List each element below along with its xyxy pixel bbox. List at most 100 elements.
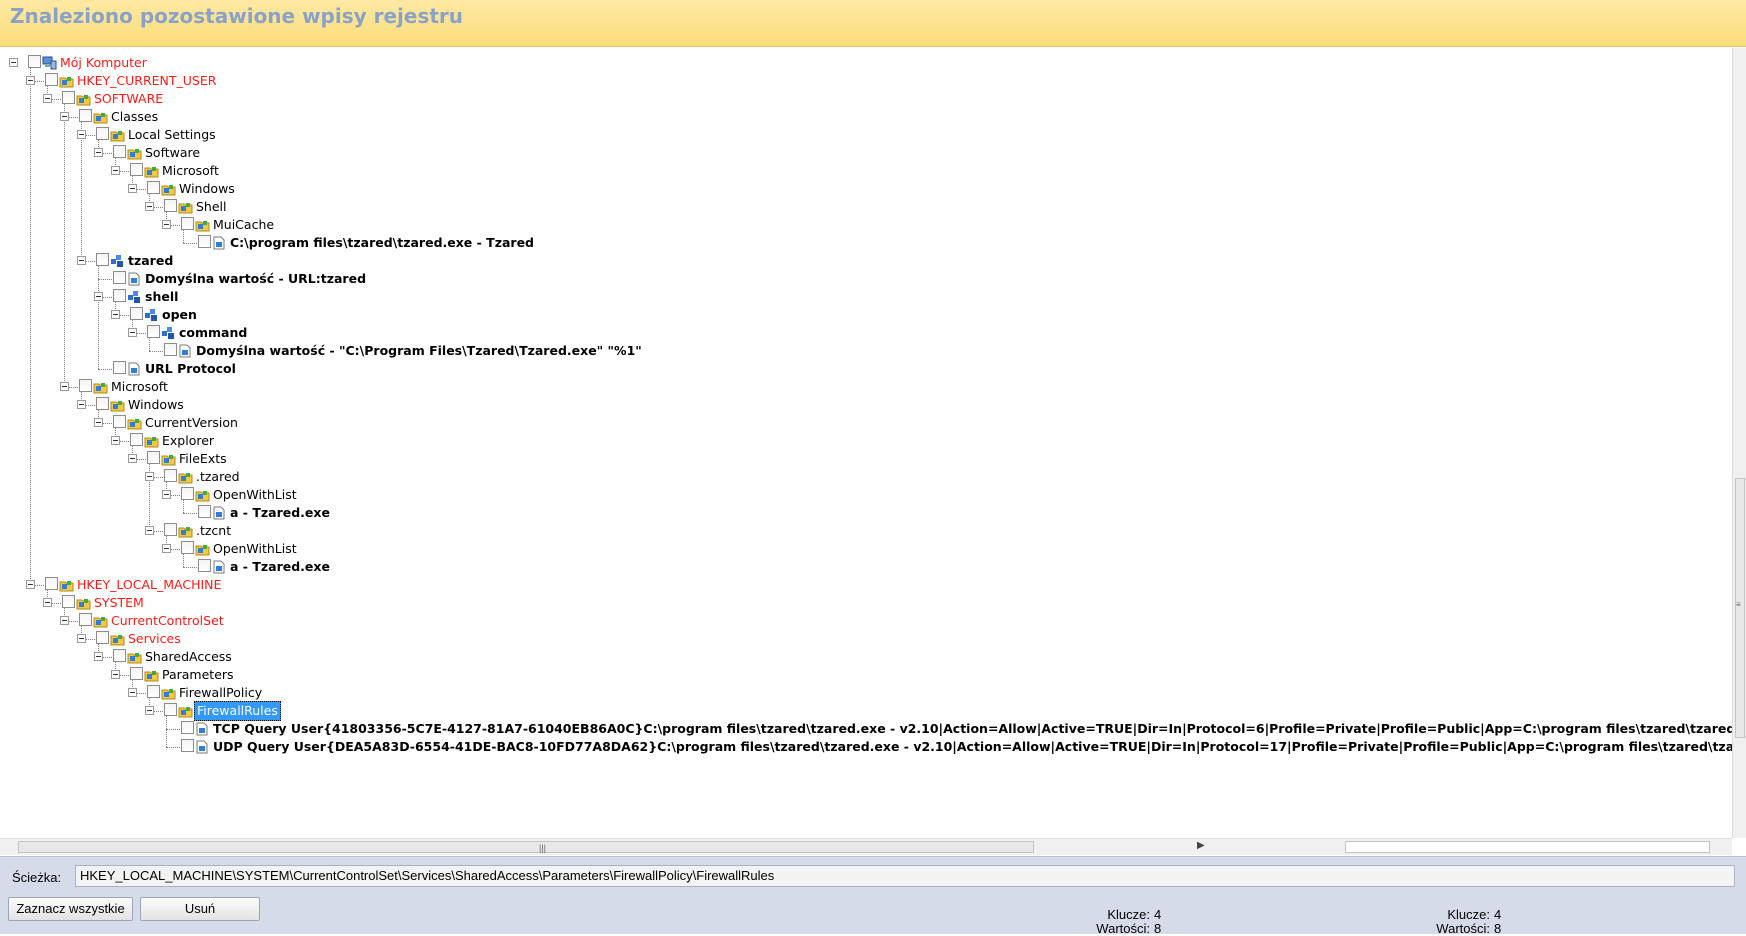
tree-node[interactable]: Shell bbox=[0, 197, 1730, 217]
tree-node[interactable]: Domyślna wartość - "C:\Program Files\Tza… bbox=[0, 341, 1730, 361]
tree-node-label[interactable]: FirewallPolicy bbox=[177, 683, 264, 703]
node-checkbox[interactable] bbox=[45, 577, 58, 590]
collapse-toggle-icon[interactable] bbox=[145, 526, 154, 535]
node-checkbox[interactable] bbox=[62, 91, 75, 104]
tree-node-label[interactable]: open bbox=[160, 305, 199, 325]
node-checkbox[interactable] bbox=[113, 649, 126, 662]
node-checkbox[interactable] bbox=[164, 703, 177, 716]
tree-node-label[interactable]: Services bbox=[126, 629, 183, 649]
tree-node-label[interactable]: tzared bbox=[126, 251, 175, 271]
node-checkbox[interactable] bbox=[96, 397, 109, 410]
tree-node[interactable]: CurrentVersion bbox=[0, 413, 1730, 433]
collapse-toggle-icon[interactable] bbox=[145, 202, 154, 211]
tree-node[interactable]: Parameters bbox=[0, 665, 1730, 685]
collapse-toggle-icon[interactable] bbox=[111, 436, 120, 445]
node-checkbox[interactable] bbox=[147, 181, 160, 194]
collapse-toggle-icon[interactable] bbox=[128, 328, 137, 337]
scroll-right-arrow-icon[interactable]: ▶ bbox=[1197, 840, 1205, 851]
node-checkbox[interactable] bbox=[198, 235, 211, 248]
tree-node[interactable]: a - Tzared.exe bbox=[0, 557, 1730, 577]
collapse-toggle-icon[interactable] bbox=[77, 634, 86, 643]
tree-node[interactable]: MuiCache bbox=[0, 215, 1730, 235]
tree-node-label[interactable]: Local Settings bbox=[126, 125, 218, 145]
tree-node[interactable]: FileExts bbox=[0, 449, 1730, 469]
node-checkbox[interactable] bbox=[147, 451, 160, 464]
tree-node[interactable]: Microsoft bbox=[0, 161, 1730, 181]
collapse-toggle-icon[interactable] bbox=[162, 544, 171, 553]
node-checkbox[interactable] bbox=[130, 307, 143, 320]
tree-node[interactable]: Classes bbox=[0, 107, 1730, 127]
tree-node[interactable]: HKEY_CURRENT_USER bbox=[0, 71, 1730, 91]
node-checkbox[interactable] bbox=[45, 73, 58, 86]
collapse-toggle-icon[interactable] bbox=[26, 580, 35, 589]
tree-node-label[interactable]: SharedAccess bbox=[143, 647, 234, 667]
node-checkbox[interactable] bbox=[113, 145, 126, 158]
tree-node[interactable]: tzared bbox=[0, 251, 1730, 271]
node-checkbox[interactable] bbox=[79, 613, 92, 626]
collapse-toggle-icon[interactable] bbox=[94, 292, 103, 301]
tree-node[interactable]: Microsoft bbox=[0, 377, 1730, 397]
tree-node[interactable]: shell bbox=[0, 287, 1730, 307]
tree-node-label[interactable]: Explorer bbox=[160, 431, 216, 451]
tree-node[interactable]: C:\program files\tzared\tzared.exe - Tza… bbox=[0, 233, 1730, 253]
node-checkbox[interactable] bbox=[164, 199, 177, 212]
node-checkbox[interactable] bbox=[96, 127, 109, 140]
collapse-toggle-icon[interactable] bbox=[9, 58, 18, 67]
tree-node-label[interactable]: FileExts bbox=[177, 449, 229, 469]
collapse-toggle-icon[interactable] bbox=[111, 166, 120, 175]
horizontal-scroll-thumb[interactable]: ||| bbox=[18, 841, 1034, 853]
tree-node[interactable]: open bbox=[0, 305, 1730, 325]
collapse-toggle-icon[interactable] bbox=[145, 472, 154, 481]
tree-node[interactable]: UDP Query User{DEA5A83D-6554-41DE-BAC8-1… bbox=[0, 737, 1732, 757]
tree-node-label[interactable]: Shell bbox=[194, 197, 229, 217]
collapse-toggle-icon[interactable] bbox=[77, 400, 86, 409]
tree-node-label[interactable]: shell bbox=[143, 287, 180, 307]
tree-node[interactable]: Windows bbox=[0, 179, 1730, 199]
node-checkbox[interactable] bbox=[147, 325, 160, 338]
collapse-toggle-icon[interactable] bbox=[60, 112, 69, 121]
node-checkbox[interactable] bbox=[130, 667, 143, 680]
tree-node[interactable]: SYSTEM bbox=[0, 593, 1730, 613]
collapse-toggle-icon[interactable] bbox=[162, 220, 171, 229]
tree-node-label[interactable]: Classes bbox=[109, 107, 160, 127]
tree-node-label[interactable]: Microsoft bbox=[109, 377, 170, 397]
node-checkbox[interactable] bbox=[164, 343, 177, 356]
node-checkbox[interactable] bbox=[79, 379, 92, 392]
tree-node-label[interactable]: Domyślna wartość - URL:tzared bbox=[143, 269, 368, 289]
horizontal-scroll-thumb-secondary[interactable] bbox=[1345, 841, 1710, 853]
tree-node[interactable]: .tzared bbox=[0, 467, 1730, 487]
collapse-toggle-icon[interactable] bbox=[128, 688, 137, 697]
tree-node-label[interactable]: SYSTEM bbox=[92, 593, 146, 613]
tree-node[interactable]: SOFTWARE bbox=[0, 89, 1730, 109]
tree-node[interactable]: Explorer bbox=[0, 431, 1730, 451]
collapse-toggle-icon[interactable] bbox=[60, 616, 69, 625]
tree-node[interactable]: a - Tzared.exe bbox=[0, 503, 1730, 523]
tree-node[interactable]: Software bbox=[0, 143, 1730, 163]
select-all-button[interactable]: Zaznacz wszystkie bbox=[8, 897, 133, 921]
node-checkbox[interactable] bbox=[28, 55, 41, 68]
collapse-toggle-icon[interactable] bbox=[43, 598, 52, 607]
collapse-toggle-icon[interactable] bbox=[128, 184, 137, 193]
collapse-toggle-icon[interactable] bbox=[94, 652, 103, 661]
node-checkbox[interactable] bbox=[62, 595, 75, 608]
tree-node-label[interactable]: command bbox=[177, 323, 249, 343]
tree-node[interactable]: URL Protocol bbox=[0, 359, 1730, 379]
tree-node-label[interactable]: URL Protocol bbox=[143, 359, 238, 379]
node-checkbox[interactable] bbox=[113, 289, 126, 302]
tree-node-label[interactable]: Domyślna wartość - "C:\Program Files\Tza… bbox=[194, 341, 644, 361]
tree-node-label[interactable]: .tzcnt bbox=[194, 521, 233, 541]
tree-node[interactable]: Windows bbox=[0, 395, 1730, 415]
tree-node-label[interactable]: Microsoft bbox=[160, 161, 221, 181]
collapse-toggle-icon[interactable] bbox=[94, 418, 103, 427]
tree-node-label[interactable]: CurrentControlSet bbox=[109, 611, 226, 631]
collapse-toggle-icon[interactable] bbox=[77, 256, 86, 265]
path-field[interactable]: HKEY_LOCAL_MACHINE\SYSTEM\CurrentControl… bbox=[75, 865, 1735, 887]
tree-node-label[interactable]: Software bbox=[143, 143, 202, 163]
node-checkbox[interactable] bbox=[96, 631, 109, 644]
tree-node-label[interactable]: Windows bbox=[177, 179, 237, 199]
registry-tree[interactable]: Mój Komputer HKEY_CURRENT_USER SOFTWARE Cla… bbox=[0, 48, 1732, 838]
tree-node-label[interactable]: a - Tzared.exe bbox=[228, 557, 332, 577]
collapse-toggle-icon[interactable] bbox=[26, 76, 35, 85]
vertical-scrollbar[interactable]: ≡ bbox=[1732, 48, 1746, 838]
collapse-toggle-icon[interactable] bbox=[128, 454, 137, 463]
